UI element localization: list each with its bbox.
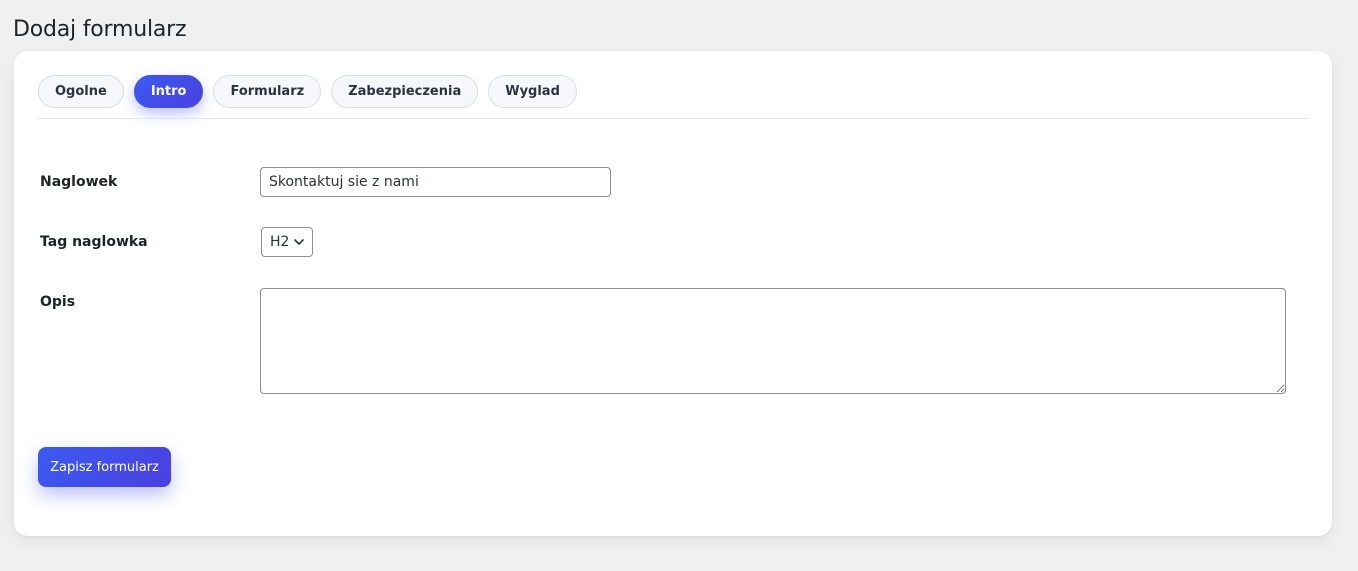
heading-label: Naglowek (40, 174, 118, 190)
tab-zabezpieczenia[interactable]: Zabezpieczenia (331, 75, 479, 108)
heading-tag-value: H2 (270, 234, 290, 250)
chevron-down-icon (294, 239, 304, 245)
heading-input[interactable] (260, 167, 611, 197)
description-label: Opis (40, 294, 76, 310)
tab-divider (38, 118, 1308, 119)
description-textarea[interactable] (260, 288, 1286, 394)
heading-tag-select[interactable]: H2 (261, 227, 313, 257)
tab-intro[interactable]: Intro (133, 75, 204, 108)
tab-formularz[interactable]: Formularz (213, 75, 322, 108)
tab-wyglad[interactable]: Wyglad (488, 75, 577, 108)
tab-bar: Ogolne Intro Formularz Zabezpieczenia Wy… (38, 75, 577, 108)
tag-label: Tag naglowka (40, 234, 148, 250)
tab-ogolne[interactable]: Ogolne (38, 75, 124, 108)
page-title: Dodaj formularz (13, 17, 187, 42)
save-form-button[interactable]: Zapisz formularz (38, 447, 171, 487)
form-card: Ogolne Intro Formularz Zabezpieczenia Wy… (14, 51, 1332, 536)
